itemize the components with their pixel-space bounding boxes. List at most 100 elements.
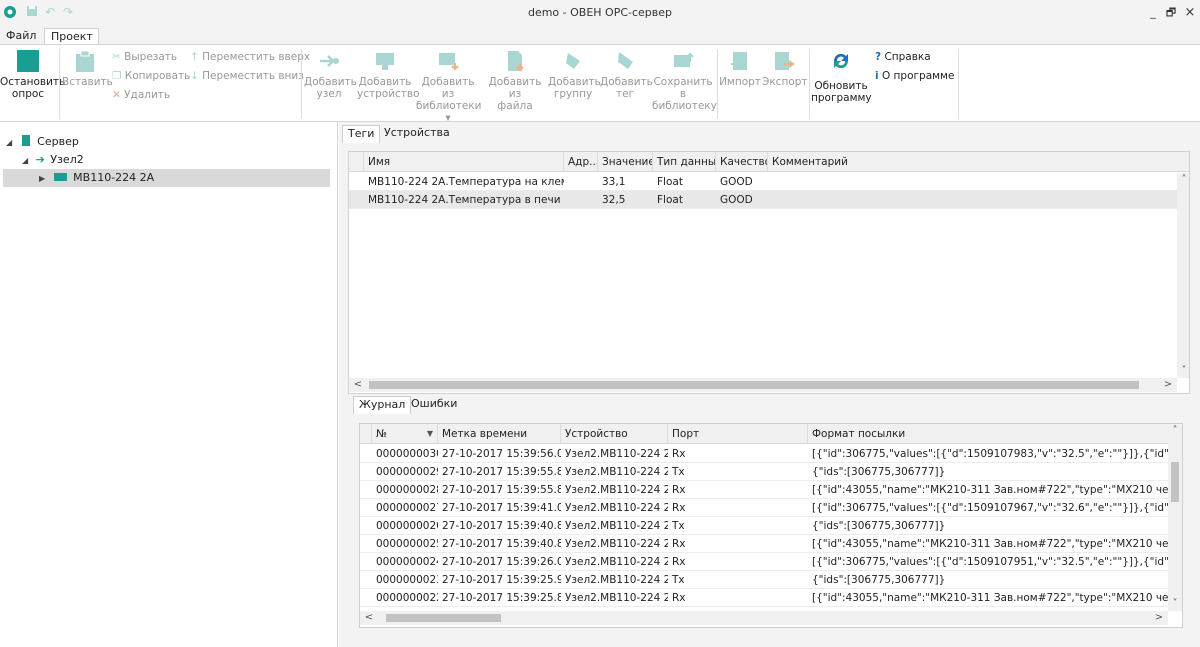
tag-address <box>564 191 598 209</box>
delete-button[interactable]: ✕ Удалить <box>112 88 170 102</box>
table-row[interactable]: 0000000025 27-10-2017 15:39:40.882 Узел2.М… <box>360 535 1168 553</box>
tree-item-server[interactable]: ◢ Сервер <box>6 133 79 151</box>
log-packet: [{"id":43055,"name":"МК210-311 Зав.ном#7… <box>812 592 1168 604</box>
tag-icon <box>614 50 636 72</box>
col-datatype[interactable]: Тип данных <box>653 152 716 172</box>
import-button[interactable]: Импорт <box>719 50 761 88</box>
stop-poll-button[interactable]: Остановить опрос <box>0 50 65 100</box>
log-device: Узел2.МВ110-224 2А <box>565 538 668 550</box>
tab-project[interactable]: Проект <box>44 28 99 45</box>
delete-label: Удалить <box>124 89 171 101</box>
col-port[interactable]: Порт <box>668 424 808 444</box>
log-packet: [{"id":306775,"values":[{"d":1509107951,… <box>812 556 1168 568</box>
table-row[interactable]: 0000000027 27-10-2017 15:39:41.001 Узел2.М… <box>360 499 1168 517</box>
scroll-left-icon[interactable]: < <box>351 378 365 392</box>
log-grid: № ▼ Метка времени Устройство Порт Формат … <box>359 423 1183 628</box>
tree-label-device: МВ110-224 2А <box>73 171 155 184</box>
col-value[interactable]: Значение <box>598 152 653 172</box>
tree-item-node[interactable]: ◢ ➔ Узел2 <box>22 151 84 169</box>
export-button[interactable]: Экспорт <box>762 50 808 88</box>
tab-devices[interactable]: Устройства <box>379 125 455 143</box>
scroll-down-icon[interactable]: ˅ <box>1177 364 1189 378</box>
library-icon <box>437 50 459 72</box>
update-program-button[interactable]: Обновить программу <box>811 50 872 104</box>
tab-tags[interactable]: Теги <box>342 125 381 143</box>
close-button[interactable]: × <box>1183 6 1197 20</box>
minimize-button[interactable]: _ <box>1146 6 1160 20</box>
table-row[interactable]: 0000000029 27-10-2017 15:39:55.895 Узел2.М… <box>360 463 1168 481</box>
add-from-library-button[interactable]: Добавить из библиотеки ▾ <box>416 50 481 124</box>
log-port: Tx <box>672 574 685 586</box>
tab-file[interactable]: Файл <box>0 28 42 45</box>
save-to-library-label-2: библиотеку <box>652 100 717 112</box>
scroll-right-icon[interactable]: > <box>1161 378 1175 392</box>
tag-comment <box>768 173 1168 191</box>
log-packet: [{"id":43055,"name":"МК210-311 Зав.ном#7… <box>812 484 1168 496</box>
col-name[interactable]: Имя <box>364 152 564 172</box>
tags-vertical-scrollbar[interactable]: ˄ ˅ <box>1177 173 1189 378</box>
paste-button[interactable]: Вставить <box>62 50 113 88</box>
table-row[interactable]: 0000000022 27-10-2017 15:39:25.882 Узел2.М… <box>360 589 1168 607</box>
table-row[interactable]: 0000000026 27-10-2017 15:39:40.884 Узел2.М… <box>360 517 1168 535</box>
tag-value: 33,1 <box>602 176 626 188</box>
add-group-button[interactable]: Добавить группу <box>548 50 601 100</box>
table-row[interactable]: МВ110-224 2А.Температура на клеммах 33,1… <box>349 173 1177 191</box>
scroll-right-icon[interactable]: > <box>1152 611 1166 625</box>
log-horizontal-scrollbar[interactable]: < > <box>360 611 1168 625</box>
log-vertical-scrollbar[interactable]: ˄ ˅ <box>1168 424 1182 611</box>
scroll-down-icon[interactable]: ˅ <box>1168 597 1182 611</box>
log-packet: [{"id":306775,"values":[{"d":1509107983,… <box>812 448 1168 460</box>
tag-quality: GOOD <box>720 176 753 188</box>
col-address[interactable]: Адр... <box>564 152 598 172</box>
tab-errors[interactable]: Ошибки <box>406 396 462 414</box>
col-quality[interactable]: Качество <box>716 152 768 172</box>
tree-collapse-icon[interactable]: ▶ <box>39 174 45 183</box>
scroll-left-icon[interactable]: < <box>362 611 376 625</box>
tags-horizontal-scrollbar[interactable]: < > <box>349 378 1177 392</box>
about-button[interactable]: i О программе <box>875 69 954 83</box>
col-number[interactable]: № ▼ <box>372 424 438 444</box>
table-row[interactable]: 0000000028 27-10-2017 15:39:55.894 Узел2.М… <box>360 481 1168 499</box>
tree-expand-icon[interactable]: ◢ <box>22 156 28 165</box>
scrollbar-thumb[interactable] <box>369 381 1139 389</box>
col-packet-format[interactable]: Формат посылки <box>808 424 1170 444</box>
scrollbar-thumb[interactable] <box>1171 462 1179 502</box>
cut-button[interactable]: ✂ Вырезать <box>112 50 177 64</box>
log-packet: {"ids":[306775,306777]} <box>812 520 946 532</box>
ribbon-tabs: Файл Проект <box>0 26 1200 45</box>
col-timestamp[interactable]: Метка времени <box>438 424 561 444</box>
col-comment[interactable]: Комментарий <box>768 152 1178 172</box>
log-timestamp: 27-10-2017 15:39:40.882 <box>442 538 561 550</box>
update-icon <box>830 50 852 72</box>
table-row[interactable]: 0000000024 27-10-2017 15:39:26.030 Узел2.М… <box>360 553 1168 571</box>
log-timestamp: 27-10-2017 15:39:41.001 <box>442 502 561 514</box>
scroll-up-icon[interactable]: ˄ <box>1168 424 1182 438</box>
tree-expand-icon[interactable]: ◢ <box>6 138 12 147</box>
scrollbar-thumb[interactable] <box>386 614 501 622</box>
add-tag-button[interactable]: Добавить тег <box>600 50 653 100</box>
save-to-library-button[interactable]: Сохранить в библиотеку <box>652 50 717 112</box>
log-number: 0000000029 <box>376 466 438 478</box>
add-from-file-button[interactable]: Добавить из файла <box>483 50 547 112</box>
title-bar: ↶ ↷ demo - ОВЕН OPC-сервер _ 🗗 × <box>0 0 1200 26</box>
sort-desc-icon[interactable]: ▼ <box>427 424 433 444</box>
help-button[interactable]: ? Справка <box>875 50 931 64</box>
table-row[interactable]: 0000000030 27-10-2017 15:39:56.017 Узел2.М… <box>360 445 1168 463</box>
add-device-button[interactable]: Добавить устройство <box>357 50 420 100</box>
move-down-button[interactable]: ↓ Переместить вниз <box>190 69 304 83</box>
log-port: Rx <box>672 484 686 496</box>
move-up-button[interactable]: ↑ Переместить вверх <box>190 50 310 64</box>
tags-grid-header: Имя Адр... Значение Тип данных Качество … <box>349 152 1189 172</box>
separator <box>717 49 718 119</box>
add-node-button[interactable]: Добавить узел <box>304 50 357 100</box>
table-row[interactable]: 0000000023 27-10-2017 15:39:25.906 Узел2.М… <box>360 571 1168 589</box>
table-row[interactable]: МВ110-224 2А.Температура в печи 32,5 Flo… <box>349 191 1177 209</box>
log-device: Узел2.МВ110-224 2А <box>565 556 668 568</box>
log-timestamp: 27-10-2017 15:39:25.882 <box>442 592 561 604</box>
copy-button[interactable]: ❐ Копировать <box>112 69 190 83</box>
restore-button[interactable]: 🗗 <box>1164 6 1178 20</box>
tab-log[interactable]: Журнал <box>353 396 412 414</box>
tree-item-device[interactable]: ▶ МВ110-224 2А <box>3 169 330 187</box>
col-device[interactable]: Устройство <box>561 424 668 444</box>
scroll-up-icon[interactable]: ˄ <box>1177 173 1189 187</box>
